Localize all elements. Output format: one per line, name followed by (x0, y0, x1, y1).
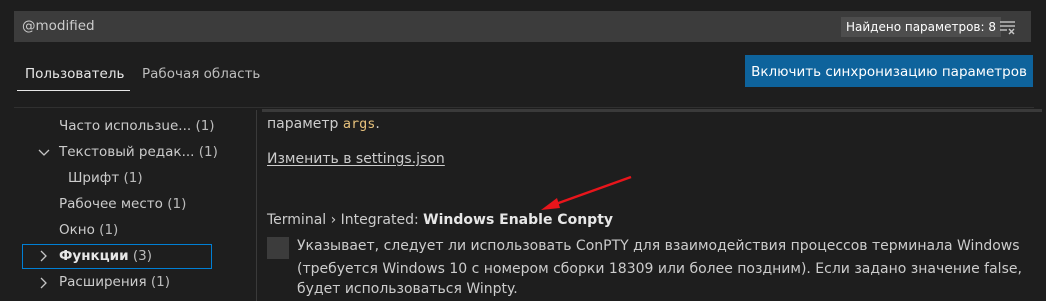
toc-item-features[interactable]: Функции (3) (59, 248, 152, 264)
toc-count: (1) (198, 144, 218, 160)
chevron-right-icon[interactable] (38, 277, 50, 289)
toc-count: (1) (167, 196, 187, 212)
toc-count: (3) (132, 248, 153, 264)
annotation-arrow-icon (541, 175, 632, 210)
setting-description-line-3: будет использоваться Winpty. (297, 281, 518, 297)
header-divider (14, 107, 1034, 108)
tab-user[interactable]: Пользователь (16, 66, 131, 91)
settings-search-bar[interactable]: @modified Найдено параметров: 8 (14, 11, 1031, 42)
toc-count: (1) (195, 118, 215, 134)
toc-label: Текстовый редак... (59, 144, 195, 160)
toc-item-commonly-used[interactable]: Часто использue... (1) (59, 118, 215, 134)
results-count-badge: Найдено параметров: 8 (841, 17, 1001, 37)
toc-label: Расширения (59, 274, 147, 290)
previous-setting-description: параметр args. (267, 116, 380, 132)
code-args: args (342, 116, 376, 132)
toc-count: (1) (99, 222, 119, 238)
tab-workspace[interactable]: Рабочая область (142, 66, 260, 82)
toc-item-workbench[interactable]: Рабочее место (1) (59, 196, 186, 212)
description-text: параметр (267, 116, 343, 132)
toc-label: Часто использue... (59, 118, 192, 134)
toc-item-text-editor[interactable]: Текстовый редак... (1) (59, 144, 218, 160)
edit-in-settings-json-link[interactable]: Изменить в settings.json (267, 151, 445, 167)
toc-item-font[interactable]: Шрифт (1) (68, 170, 143, 186)
enable-sync-button[interactable]: Включить синхронизацию параметров (745, 55, 1033, 87)
setting-description-line-2: (требуется Windows 10 с номером сборки 1… (297, 261, 1022, 277)
chevron-down-icon[interactable] (38, 147, 50, 159)
toc-item-extensions[interactable]: Расширения (1) (59, 274, 170, 290)
toc-label: Функции (59, 248, 129, 264)
toc-label: Рабочее место (59, 196, 163, 212)
toc-count: (1) (150, 274, 170, 290)
setting-description-line-1: Указывает, следует ли использовать ConPT… (297, 238, 1020, 254)
windows-enable-conpty-checkbox[interactable] (267, 237, 289, 259)
clipped-text-strip (262, 109, 1042, 112)
setting-category: Terminal › Integrated: (267, 212, 424, 228)
settings-focus-line (256, 110, 257, 301)
search-input[interactable]: @modified (22, 18, 95, 34)
toc-label: Шрифт (68, 170, 120, 186)
chevron-right-icon[interactable] (38, 250, 50, 262)
toc-item-window[interactable]: Окно (1) (59, 222, 118, 238)
toc-label: Окно (59, 222, 95, 238)
description-punct: . (375, 116, 380, 132)
toc-count: (1) (123, 170, 143, 186)
clear-filter-icon[interactable] (999, 19, 1017, 35)
